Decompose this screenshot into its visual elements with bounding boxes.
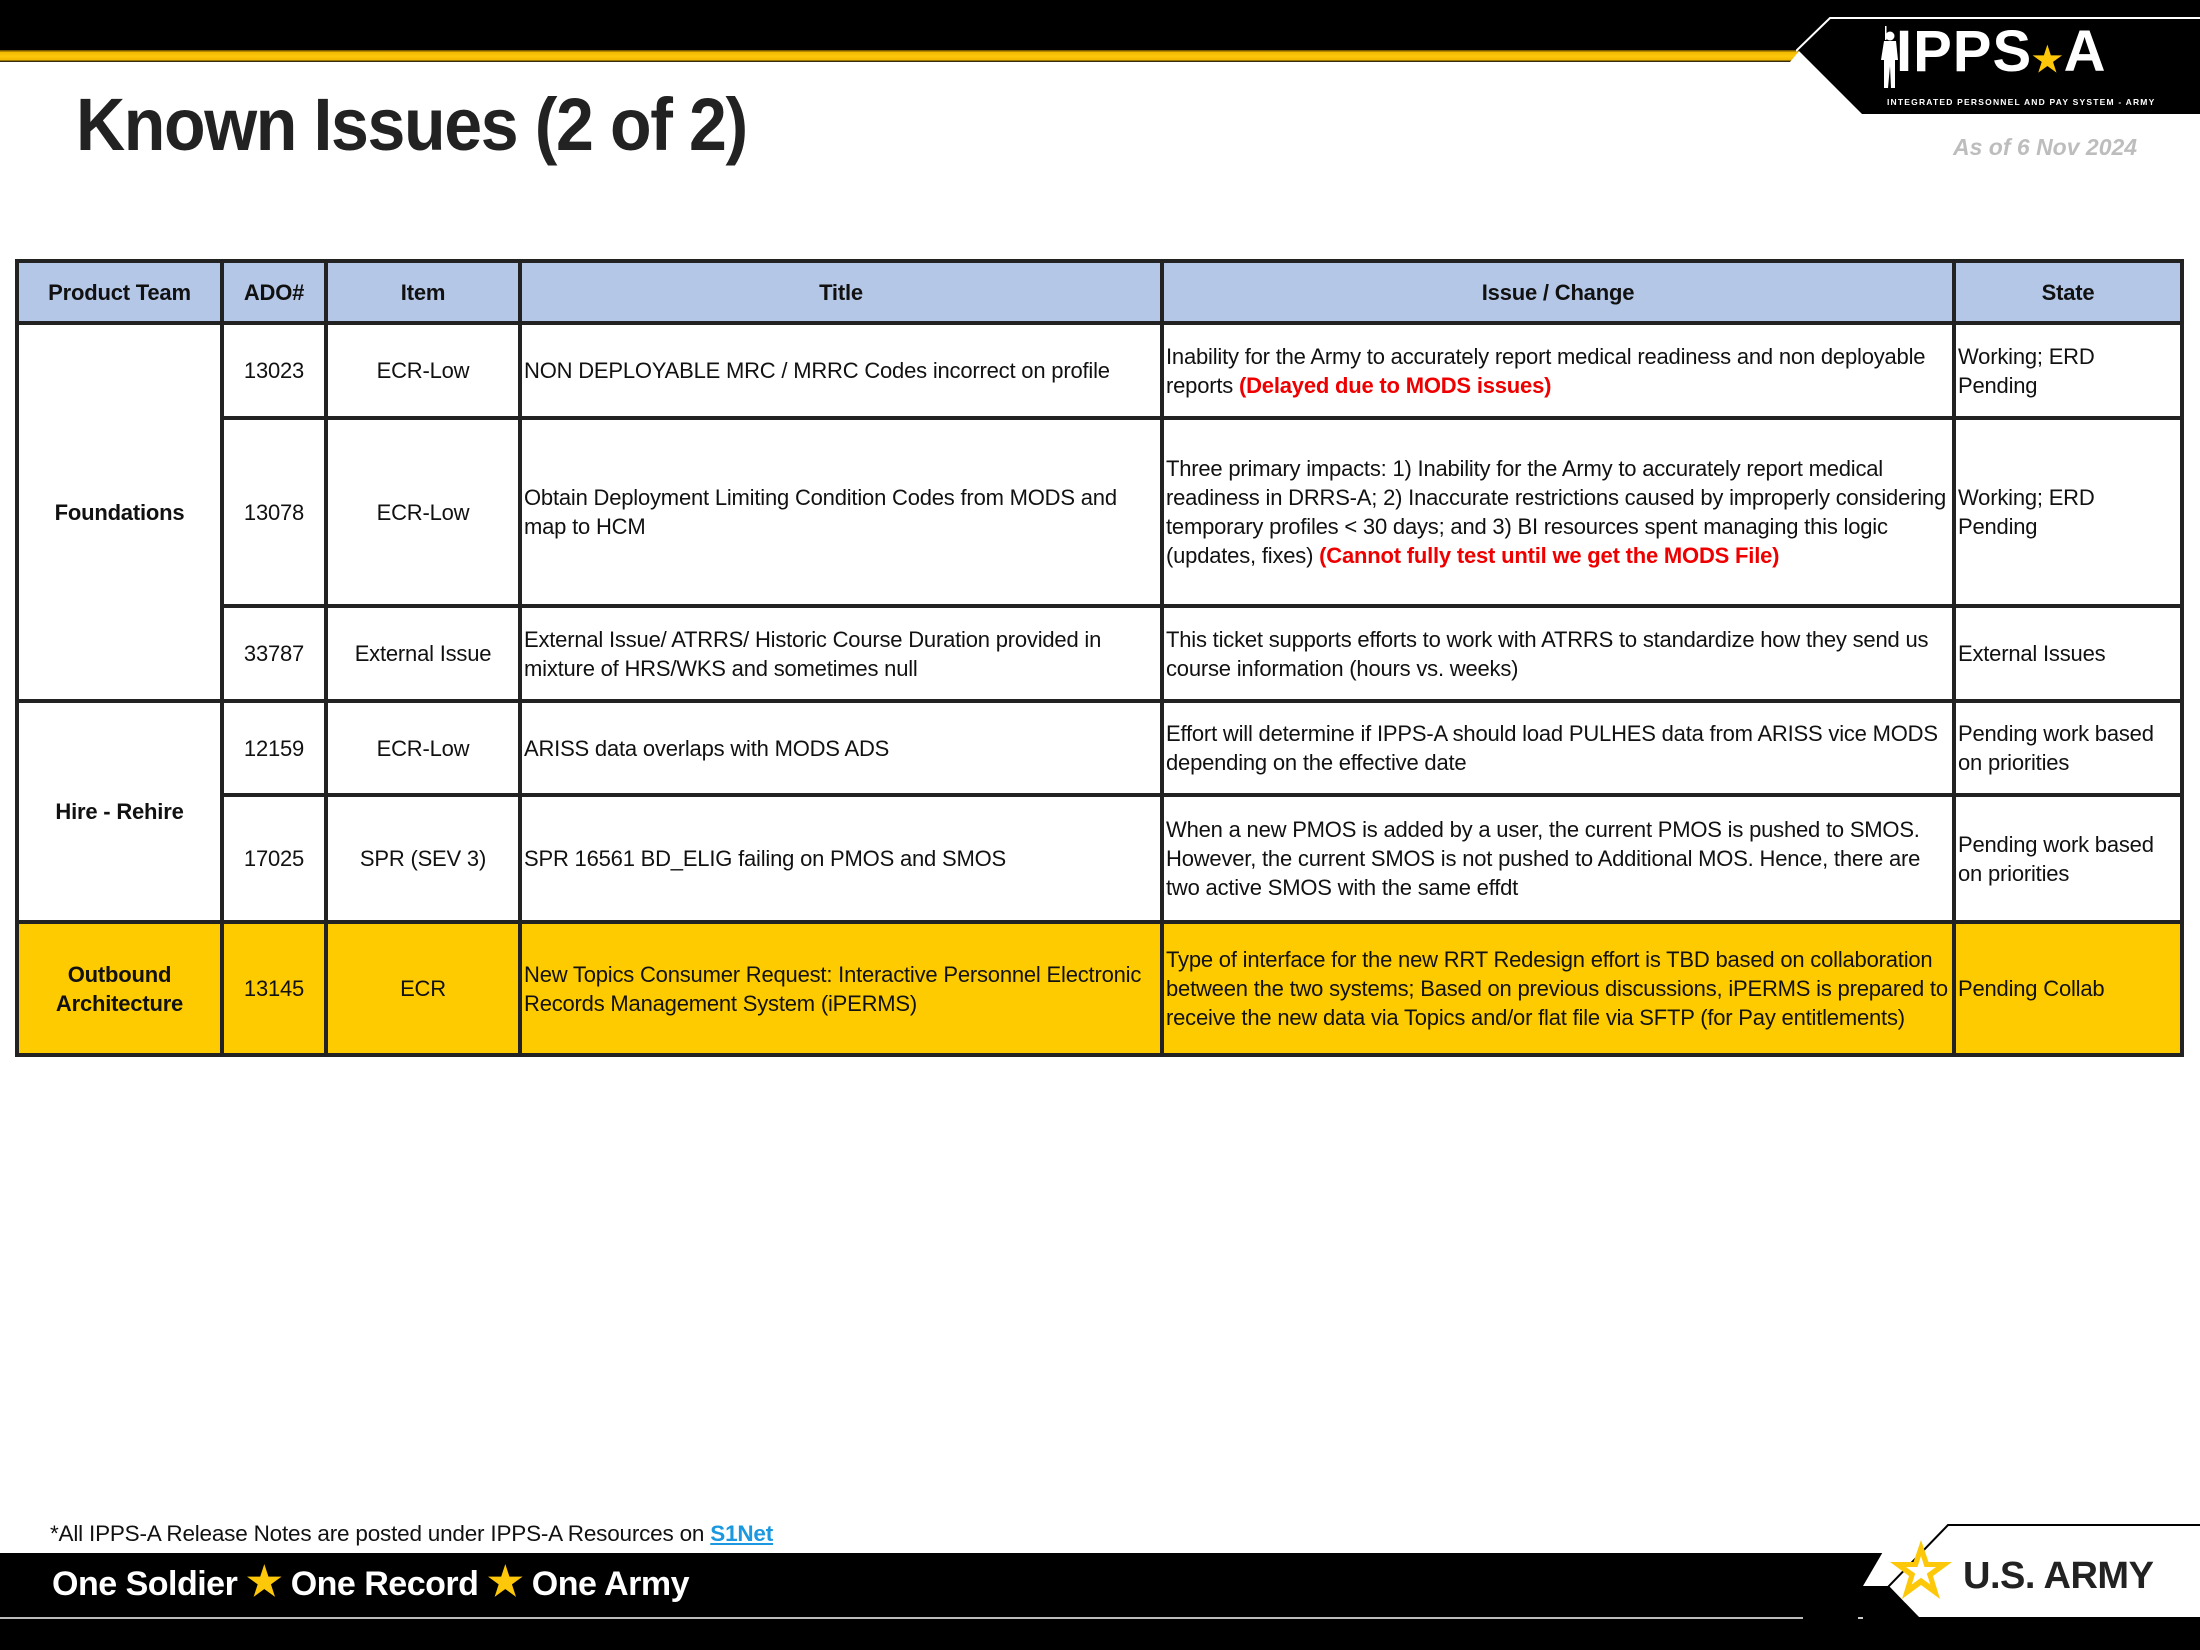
ado-cell: 17025 [220, 793, 328, 924]
title-cell: New Topics Consumer Request: Interactive… [518, 920, 1164, 1057]
column-header-state: State [1952, 259, 2184, 325]
known-issues-table: Product Team ADO# Item Title Issue / Cha… [15, 259, 2184, 1057]
ado-cell: 13145 [220, 920, 328, 1057]
logo-a-text: A [2063, 19, 2107, 84]
logo-subtitle: INTEGRATED PERSONNEL AND PAY SYSTEM - AR… [1887, 97, 2156, 107]
gold-stripe [0, 50, 1800, 62]
state-cell: Working; ERD Pending [1952, 321, 2184, 420]
state-cell: Working; ERD Pending [1952, 416, 2184, 608]
title-cell: ARISS data overlaps with MODS ADS [518, 699, 1164, 797]
column-header-title: Title [518, 259, 1164, 325]
product-team-cell: Foundations [15, 321, 224, 703]
ado-cell: 13078 [220, 416, 328, 608]
column-header-issue-change: Issue / Change [1160, 259, 1956, 325]
column-header-product-team: Product Team [15, 259, 224, 325]
ado-cell: 33787 [220, 604, 328, 703]
table-row: 33787 External Issue External Issue/ ATR… [17, 604, 2184, 703]
page-title: Known Issues (2 of 2) [76, 83, 748, 166]
tagline-part-2: One Record [290, 1565, 479, 1603]
issue-alert-note: (Delayed due to MODS issues) [1238, 372, 1552, 398]
column-header-item: Item [324, 259, 522, 325]
footer-divider [0, 1617, 1805, 1619]
tagline-part-3: One Army [531, 1565, 690, 1603]
item-cell: External Issue [324, 604, 522, 703]
issue-cell: Three primary impacts: 1) Inability for … [1160, 416, 1956, 608]
item-cell: ECR [324, 920, 522, 1057]
release-notes-footnote: *All IPPS-A Release Notes are posted und… [50, 1521, 773, 1547]
issue-cell: Type of interface for the new RRT Redesi… [1160, 920, 1956, 1057]
ado-cell: 12159 [220, 699, 328, 797]
army-star-icon [1890, 1540, 1952, 1599]
issue-cell: Effort will determine if IPPS-A should l… [1160, 699, 1956, 797]
table-row-highlighted: Outbound Architecture 13145 ECR New Topi… [15, 920, 2184, 1057]
item-cell: ECR-Low [324, 321, 522, 420]
state-cell: Pending work based on priorities [1952, 699, 2184, 797]
state-cell: Pending Collab [1952, 920, 2184, 1057]
ado-cell: 13023 [220, 321, 328, 420]
table-row: 13078 ECR-Low Obtain Deployment Limiting… [17, 416, 2184, 608]
table-row: Foundations 13023 ECR-Low NON DEPLOYABLE… [15, 321, 2184, 703]
item-cell: SPR (SEV 3) [324, 793, 522, 924]
table-row: 17025 SPR (SEV 3) SPR 16561 BD_ELIG fail… [17, 793, 2184, 924]
footnote-text: *All IPPS-A Release Notes are posted und… [50, 1521, 711, 1546]
logo-ipps-text: IPPS [1896, 19, 2033, 84]
state-cell: Pending work based on priorities [1952, 793, 2184, 924]
issue-cell: This ticket supports efforts to work wit… [1160, 604, 1956, 703]
ipps-a-logo-text: IPPS★A [1896, 22, 2166, 82]
logo-star-icon: ★ [2032, 41, 2064, 79]
product-team-cell: Hire - Rehire [15, 699, 224, 924]
column-header-ado: ADO# [220, 259, 328, 325]
title-cell: Obtain Deployment Limiting Condition Cod… [518, 416, 1164, 608]
table-header-row: Product Team ADO# Item Title Issue / Cha… [15, 259, 2184, 325]
tagline-part-1: One Soldier [52, 1565, 238, 1603]
item-cell: ECR-Low [324, 699, 522, 797]
s1net-link[interactable]: S1Net [710, 1521, 773, 1546]
star-icon: ★ [246, 1560, 282, 1604]
title-cell: SPR 16561 BD_ELIG failing on PMOS and SM… [518, 793, 1164, 924]
title-cell: NON DEPLOYABLE MRC / MRRC Codes incorrec… [518, 321, 1164, 420]
us-army-logo-text: U.S. ARMY [1963, 1555, 2154, 1597]
table-row: Hire - Rehire 12159 ECR-Low ARISS data o… [15, 699, 2184, 924]
tagline: One Soldier ★ One Record ★ One Army [52, 1560, 690, 1606]
title-cell: External Issue/ ATRRS/ Historic Course D… [518, 604, 1164, 703]
product-team-cell: Outbound Architecture [15, 920, 224, 1057]
issue-cell: Inability for the Army to accurately rep… [1160, 321, 1956, 420]
as-of-date: As of 6 Nov 2024 [1953, 134, 2138, 160]
issue-alert-note: (Cannot fully test until we get the MODS… [1319, 543, 1780, 568]
state-cell: External Issues [1952, 604, 2184, 703]
issue-cell: When a new PMOS is added by a user, the … [1160, 793, 1956, 924]
star-icon: ★ [487, 1560, 523, 1604]
item-cell: ECR-Low [324, 416, 522, 608]
